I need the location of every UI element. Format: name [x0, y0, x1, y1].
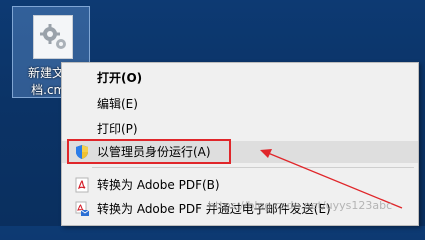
watermark-text: https://blog.csdn.net/uyys123abc — [208, 199, 393, 212]
annotation-arrow — [260, 149, 403, 209]
